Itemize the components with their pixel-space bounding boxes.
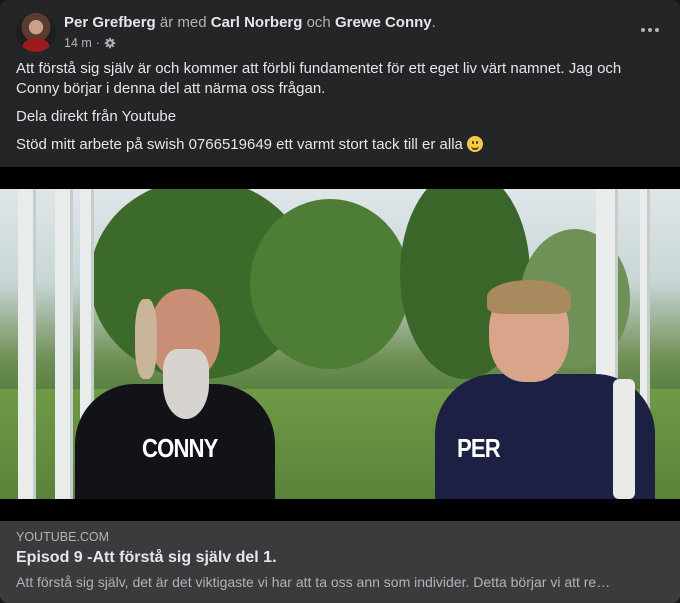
post-header: Per Grefberg är med Carl Norberg och Gre… <box>16 12 664 54</box>
author-avatar[interactable] <box>16 12 56 52</box>
more-dots-icon <box>648 28 652 32</box>
post-paragraph-swish: Stöd mitt arbete på swish 0766519649 ett… <box>16 135 656 155</box>
post-paragraph: Att förstå sig själv är och kommer att f… <box>16 60 622 97</box>
smile-emoji-icon <box>467 136 484 152</box>
post-card: Per Grefberg är med Carl Norberg och Gre… <box>0 0 680 603</box>
post-time[interactable]: 14 m <box>64 36 92 50</box>
with-text: är med <box>159 14 207 31</box>
video-thumbnail[interactable]: CONNY PER <box>0 167 680 521</box>
gear-icon[interactable] <box>104 37 116 49</box>
more-dots-icon <box>655 28 659 32</box>
author-name[interactable]: Per Grefberg <box>64 14 156 31</box>
meta-separator: · <box>95 36 100 50</box>
more-options-button[interactable] <box>636 20 664 40</box>
conny-label: CONNY <box>142 433 218 463</box>
per-label: PER <box>457 433 501 463</box>
post-author-line: Per Grefberg är med Carl Norberg och Gre… <box>64 14 436 32</box>
and-text: och <box>306 14 331 31</box>
link-title[interactable]: Episod 9 -Att förstå sig själv del 1. <box>16 549 277 567</box>
post-paragraph-text: Stöd mitt arbete på swish 0766519649 ett… <box>16 136 463 153</box>
post-paragraph: Dela direkt från Youtube <box>16 108 177 125</box>
link-description: Att förstå sig själv, det är det viktiga… <box>16 574 611 590</box>
end-punctuation: . <box>431 14 436 31</box>
post-meta: 14 m · <box>64 36 116 50</box>
video-scene: CONNY PER <box>0 189 680 499</box>
link-preview[interactable]: YOUTUBE.COM Episod 9 -Att förstå sig sjä… <box>0 521 680 603</box>
post-text: Att förstå sig själv är och kommer att f… <box>16 59 656 163</box>
link-domain: YOUTUBE.COM <box>16 530 110 544</box>
more-dots-icon <box>641 28 645 32</box>
tagged-person-2[interactable]: Grewe Conny <box>335 14 432 31</box>
tagged-person-1[interactable]: Carl Norberg <box>211 14 303 31</box>
